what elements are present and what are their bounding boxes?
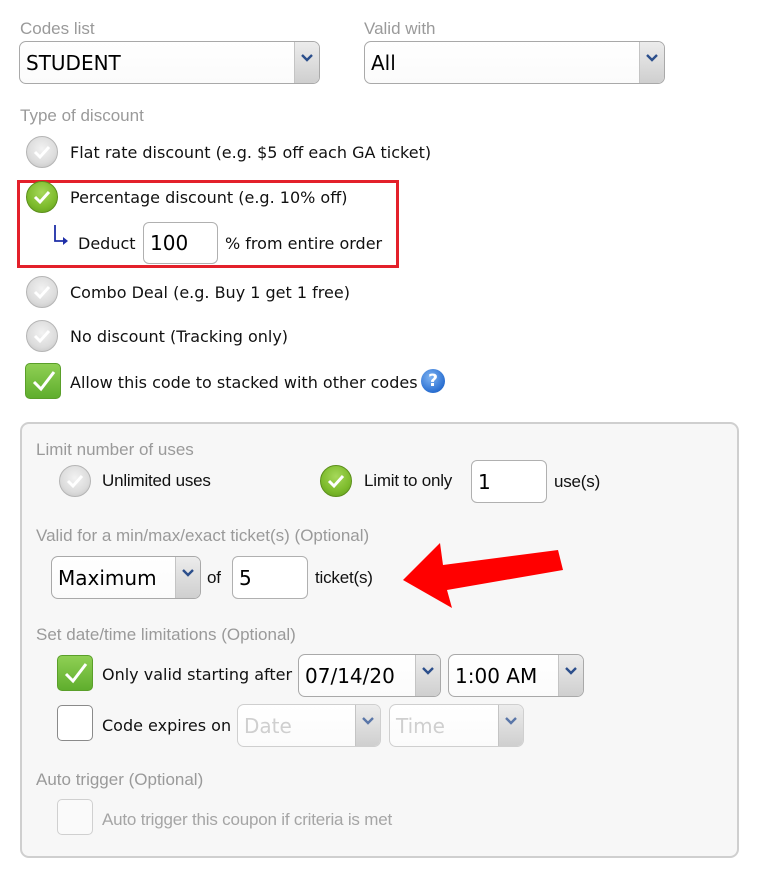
ticket-range-of-label: of — [207, 568, 221, 587]
chevron-down-icon — [301, 54, 313, 62]
expire-date-placeholder: Date — [244, 713, 292, 738]
chevron-down-icon — [182, 569, 194, 577]
checkmark-icon — [64, 663, 88, 684]
start-date-value: 07/14/20 — [305, 663, 395, 688]
codes-list-value: STUDENT — [26, 50, 121, 75]
no-discount-label: No discount (Tracking only) — [70, 327, 289, 346]
chevron-down-icon — [646, 54, 658, 62]
start-date-label: Only valid starting after — [102, 665, 293, 684]
ticket-count-input[interactable]: 5 — [232, 556, 308, 599]
start-date-select[interactable]: 07/14/20 — [298, 654, 441, 697]
stack-label: Allow this code to stacked with other co… — [70, 373, 418, 392]
deduct-percentage-input[interactable]: 100 — [143, 222, 218, 264]
sub-arrow-icon — [54, 225, 68, 245]
start-time-dropdown-button[interactable] — [558, 655, 583, 696]
check-icon — [33, 329, 51, 344]
radio-limit-uses[interactable] — [320, 465, 352, 497]
expire-time-placeholder: Time — [396, 713, 445, 738]
combo-deal-label: Combo Deal (e.g. Buy 1 get 1 free) — [70, 283, 350, 302]
valid-with-dropdown-button[interactable] — [639, 42, 664, 83]
expire-time-dropdown-button[interactable] — [498, 705, 523, 746]
auto-trigger-checkbox[interactable] — [57, 799, 93, 835]
help-icon[interactable]: ? — [421, 369, 445, 393]
unlimited-uses-label: Unlimited uses — [102, 471, 211, 490]
valid-with-label: Valid with — [364, 19, 436, 38]
expire-date-checkbox[interactable] — [57, 705, 93, 741]
ticket-range-label: Valid for a min/max/exact ticket(s) (Opt… — [36, 526, 370, 545]
auto-trigger-label: Auto trigger (Optional) — [36, 770, 204, 789]
valid-with-value: All — [371, 50, 396, 75]
chevron-down-icon — [422, 667, 434, 675]
stack-checkbox[interactable] — [25, 363, 61, 399]
radio-flat-rate[interactable] — [26, 136, 58, 168]
codes-list-select[interactable]: STUDENT — [19, 41, 320, 84]
start-date-dropdown-button[interactable] — [415, 655, 440, 696]
expire-time-select[interactable]: Time — [389, 704, 524, 747]
check-icon — [33, 285, 51, 300]
checkmark-icon — [32, 371, 56, 392]
ticket-range-mode-value: Maximum — [58, 565, 157, 590]
radio-percentage[interactable] — [26, 181, 58, 213]
radio-unlimited-uses[interactable] — [59, 465, 91, 497]
ticket-range-dropdown-button[interactable] — [175, 557, 200, 598]
expire-date-dropdown-button[interactable] — [355, 705, 380, 746]
start-date-checkbox[interactable] — [57, 655, 93, 691]
ticket-range-mode-select[interactable]: Maximum — [51, 556, 201, 599]
expire-date-select[interactable]: Date — [237, 704, 381, 747]
auto-trigger-option-label: Auto trigger this coupon if criteria is … — [102, 810, 392, 829]
radio-no-discount[interactable] — [26, 320, 58, 352]
annotation-arrow — [403, 543, 563, 608]
codes-list-label: Codes list — [20, 19, 95, 38]
check-icon — [33, 145, 51, 160]
limit-uses-label-text: Limit to only — [364, 471, 453, 490]
check-icon — [33, 190, 51, 205]
flat-rate-label: Flat rate discount (e.g. $5 off each GA … — [70, 143, 432, 162]
check-icon — [66, 474, 84, 489]
percentage-label: Percentage discount (e.g. 10% off) — [70, 188, 348, 207]
date-limits-label: Set date/time limitations (Optional) — [36, 625, 296, 644]
chevron-down-icon — [505, 717, 517, 725]
limit-uses-suffix: use(s) — [554, 472, 601, 491]
deduct-suffix-label: % from entire order — [225, 234, 383, 253]
radio-combo-deal[interactable] — [26, 276, 58, 308]
valid-with-select[interactable]: All — [364, 41, 665, 84]
check-icon — [327, 474, 345, 489]
start-time-select[interactable]: 1:00 AM — [448, 654, 584, 697]
expire-date-label: Code expires on — [102, 716, 232, 735]
discount-type-label: Type of discount — [20, 106, 144, 125]
deduct-prefix-label: Deduct — [78, 234, 136, 253]
limit-uses-input[interactable]: 1 — [471, 460, 547, 503]
chevron-down-icon — [565, 667, 577, 675]
ticket-range-suffix: ticket(s) — [315, 568, 373, 587]
codes-list-dropdown-button[interactable] — [294, 42, 319, 83]
limit-uses-label: Limit number of uses — [36, 440, 194, 459]
start-time-value: 1:00 AM — [455, 663, 538, 688]
chevron-down-icon — [362, 717, 374, 725]
